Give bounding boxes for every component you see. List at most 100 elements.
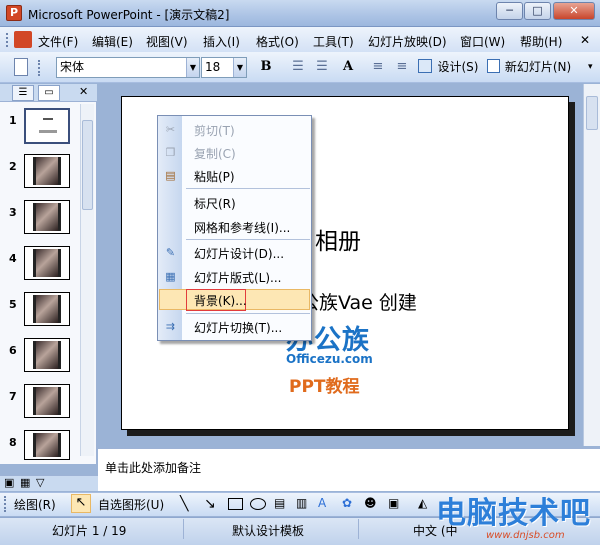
sorter-view-icon[interactable]: ▦ [20, 476, 30, 489]
tab-slides[interactable]: ▭ [38, 85, 60, 101]
autoshapes-button[interactable]: 自选图形(U) [98, 496, 164, 513]
slide-number-1: 1 [9, 114, 17, 127]
diagram-icon[interactable]: ✿ [342, 496, 352, 510]
logo-url-text: Officezu.com [286, 352, 373, 366]
cut-icon: ✂ [165, 123, 176, 136]
slide-number-8: 8 [9, 436, 17, 449]
bullet-list-icon[interactable]: ☰ [312, 58, 332, 78]
slide-title[interactable]: 相册 [315, 222, 361, 256]
line-tool-icon[interactable]: ╲ [180, 496, 188, 512]
menu-item-cut[interactable]: 剪切(T) [194, 122, 235, 139]
scrollbar-thumb[interactable] [82, 120, 93, 210]
document-icon[interactable] [14, 31, 32, 48]
slide-thumbnail-2[interactable] [24, 154, 70, 188]
fill-color-icon[interactable]: ◭ [418, 496, 427, 510]
menu-item-slide-layout[interactable]: 幻灯片版式(L)... [194, 269, 282, 286]
numbered-list-icon[interactable]: ☰ [288, 58, 308, 78]
slide-subtitle[interactable]: 公族Vae 创建 [300, 288, 417, 315]
chevron-down-icon[interactable]: ▼ [233, 58, 246, 77]
vertical-textbox-icon[interactable]: ▥ [296, 496, 307, 510]
menu-view[interactable]: 视图(V) [146, 33, 188, 50]
menu-format[interactable]: 格式(O) [256, 33, 299, 50]
slide-layout-icon: ▦ [165, 270, 176, 283]
normal-view-icon[interactable]: ▣ [4, 476, 14, 489]
menu-separator [186, 188, 310, 189]
transition-icon: ⇉ [165, 320, 176, 333]
menu-item-transition[interactable]: 幻灯片切换(T)... [194, 319, 282, 336]
picture-icon[interactable]: ▣ [388, 496, 399, 510]
bold-button[interactable]: B [256, 58, 276, 78]
close-button[interactable]: ✕ [553, 2, 595, 20]
decrease-indent-icon[interactable]: ≡ [368, 58, 388, 78]
menu-item-background[interactable]: 背景(K)... [194, 292, 247, 309]
rectangle-tool-icon[interactable] [228, 498, 243, 510]
clipart-icon[interactable]: ☻ [364, 496, 377, 510]
slide-thumbnail-3[interactable] [24, 200, 70, 234]
oval-tool-icon[interactable] [250, 498, 266, 510]
menu-insert[interactable]: 插入(I) [203, 33, 240, 50]
menu-item-slide-design[interactable]: 幻灯片设计(D)... [194, 245, 284, 262]
status-divider [183, 519, 184, 539]
view-buttons: ▣ ▦ ▽ [0, 475, 98, 491]
menu-file[interactable]: 文件(F) [38, 33, 78, 50]
logo-subtitle-text: PPT教程 [289, 377, 360, 397]
design-template-status: 默认设计模板 [232, 524, 305, 538]
menu-slideshow[interactable]: 幻灯片放映(D) [368, 33, 447, 50]
font-size-select[interactable]: 18 ▼ [201, 57, 247, 78]
menu-grip-icon[interactable] [6, 33, 10, 47]
menu-help[interactable]: 帮助(H) [520, 33, 562, 50]
copy-icon: ❐ [165, 146, 176, 159]
paste-icon: ▤ [165, 169, 176, 182]
slides-scrollbar[interactable] [80, 104, 94, 456]
font-size-value: 18 [205, 60, 221, 74]
slide-thumbnail-7[interactable] [24, 384, 70, 418]
slide-thumbnail-1[interactable] [24, 108, 70, 144]
powerpoint-app-icon[interactable]: P [6, 5, 22, 21]
menu-item-ruler[interactable]: 标尺(R) [194, 195, 236, 212]
menu-tools[interactable]: 工具(T) [313, 33, 354, 50]
new-slide-icon [487, 59, 500, 73]
slideshow-view-icon[interactable]: ▽ [36, 476, 44, 489]
increase-font-button[interactable]: A [338, 58, 358, 78]
increase-indent-icon[interactable]: ≡ [392, 58, 412, 78]
panel-close-button[interactable]: ✕ [79, 85, 88, 98]
menu-item-grid[interactable]: 网格和参考线(I)... [194, 219, 290, 236]
slide-design-icon: ✎ [165, 246, 176, 259]
new-document-icon[interactable] [14, 58, 28, 76]
draw-menu-button[interactable]: 绘图(R) [14, 496, 56, 513]
select-pointer-icon[interactable]: ↖ [71, 494, 91, 513]
menu-separator [186, 239, 310, 240]
menu-item-copy[interactable]: 复制(C) [194, 145, 236, 162]
slide-number-4: 4 [9, 252, 17, 265]
menu-edit[interactable]: 编辑(E) [92, 33, 133, 50]
slide-number-3: 3 [9, 206, 17, 219]
new-slide-button[interactable]: 新幻灯片(N) [503, 58, 573, 78]
arrow-tool-icon[interactable]: ↘ [204, 496, 216, 512]
chevron-down-icon[interactable]: ▼ [186, 58, 199, 77]
toolbar-grip-icon[interactable] [38, 60, 46, 76]
watermark-text: 电脑技术吧 [436, 496, 591, 531]
slide-thumbnail-5[interactable] [24, 292, 70, 326]
toolbar-options-icon[interactable]: ▾ [588, 62, 593, 72]
slide-number-2: 2 [9, 160, 17, 173]
close-document-button[interactable]: ✕ [580, 33, 590, 47]
restore-button[interactable]: □ [524, 2, 551, 20]
font-name-select[interactable]: 宋体 ▼ [56, 57, 200, 78]
tab-outline[interactable]: ☰ [12, 85, 34, 101]
scrollbar-thumb[interactable] [586, 96, 598, 130]
slide-number-7: 7 [9, 390, 17, 403]
textbox-tool-icon[interactable]: ▤ [274, 496, 285, 510]
slide-thumbnail-4[interactable] [24, 246, 70, 280]
font-name-value: 宋体 [60, 60, 85, 74]
notes-placeholder[interactable]: 单击此处添加备注 [105, 459, 201, 476]
design-button[interactable]: 设计(S) [436, 58, 480, 78]
slide-thumbnail-8[interactable] [24, 430, 70, 460]
menu-item-paste[interactable]: 粘贴(P) [194, 168, 235, 185]
slide-scrollbar[interactable] [583, 84, 600, 446]
toolbar-grip-icon[interactable] [4, 496, 10, 512]
wordart-icon[interactable]: A [318, 496, 326, 510]
menu-window[interactable]: 窗口(W) [460, 33, 505, 50]
slide-thumbnail-6[interactable] [24, 338, 70, 372]
slide-number-6: 6 [9, 344, 17, 357]
minimize-button[interactable]: ─ [496, 2, 523, 20]
